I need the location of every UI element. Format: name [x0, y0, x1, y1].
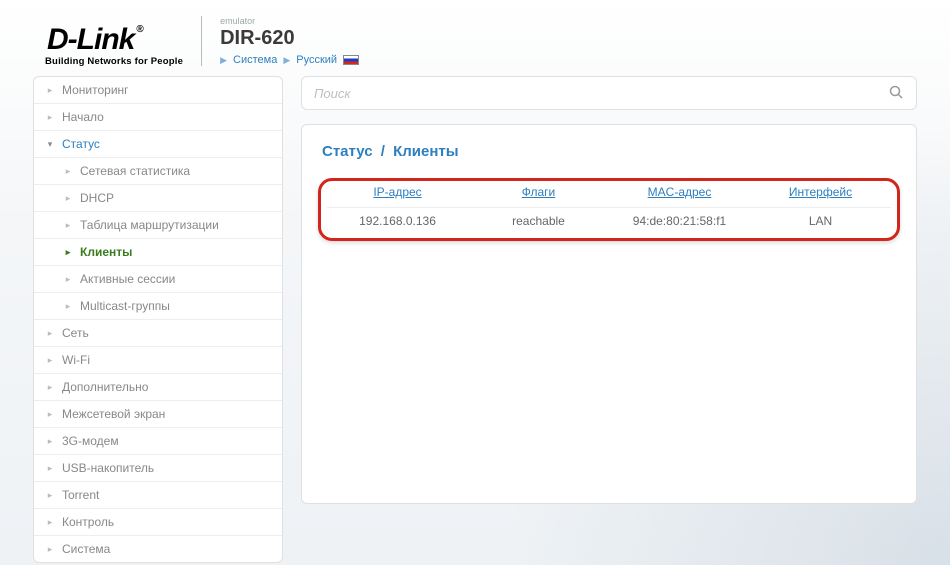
- logo: D-Link® Building Networks for People: [45, 25, 183, 67]
- sidebar: ▸ Мониторинг ▸ Начало ▾ Статус ▸ Сетевая…: [33, 76, 283, 563]
- chevron-right-icon: ▸: [46, 356, 54, 364]
- cell-mac: 94:de:80:21:58:f1: [609, 208, 750, 235]
- chevron-right-icon: ▸: [46, 383, 54, 391]
- sidebar-item-clients[interactable]: ▸ Клиенты: [34, 239, 282, 266]
- col-mac-header[interactable]: MAC-адрес: [609, 181, 750, 208]
- chevron-right-icon: ▸: [46, 113, 54, 121]
- flag-ru-icon: [343, 55, 359, 65]
- logo-tagline: Building Networks for People: [45, 57, 183, 67]
- breadcrumb-separator: /: [377, 143, 389, 160]
- sidebar-item-label: Контроль: [62, 515, 114, 529]
- sidebar-item-label: Начало: [62, 110, 104, 124]
- sidebar-item-active-sessions[interactable]: ▸ Активные сессии: [34, 266, 282, 293]
- col-iface-header[interactable]: Интерфейс: [750, 181, 891, 208]
- sidebar-item-control[interactable]: ▸ Контроль: [34, 509, 282, 536]
- col-flags-header[interactable]: Флаги: [468, 181, 609, 208]
- sidebar-item-label: Сетевая статистика: [80, 164, 190, 178]
- product-name: DIR-620: [220, 28, 359, 48]
- breadcrumb: Статус / Клиенты: [318, 143, 900, 160]
- sidebar-item-label: Система: [62, 542, 110, 556]
- clients-table: IP-адрес Флаги MAC-адрес Интерфейс 192.1…: [327, 181, 891, 234]
- header-divider: [201, 16, 202, 66]
- product-block: emulator DIR-620 ▶ Система ▶ Русский: [220, 16, 359, 66]
- table-row[interactable]: 192.168.0.136 reachable 94:de:80:21:58:f…: [327, 208, 891, 235]
- chevron-down-icon: ▾: [46, 140, 54, 148]
- nav-language-link[interactable]: Русский: [296, 54, 337, 66]
- chevron-right-icon: ▸: [64, 167, 72, 175]
- sidebar-item-monitoring[interactable]: ▸ Мониторинг: [34, 77, 282, 104]
- sidebar-item-dhcp[interactable]: ▸ DHCP: [34, 185, 282, 212]
- sidebar-item-torrent[interactable]: ▸ Torrent: [34, 482, 282, 509]
- col-ip-header[interactable]: IP-адрес: [327, 181, 468, 208]
- sidebar-item-network-stats[interactable]: ▸ Сетевая статистика: [34, 158, 282, 185]
- sidebar-item-label: Межсетевой экран: [62, 407, 165, 421]
- sidebar-item-system[interactable]: ▸ Система: [34, 536, 282, 562]
- chevron-right-icon: ▸: [64, 194, 72, 202]
- cell-flags: reachable: [468, 208, 609, 235]
- chevron-right-icon: ▶: [283, 55, 290, 66]
- chevron-right-icon: ▸: [46, 518, 54, 526]
- sidebar-item-firewall[interactable]: ▸ Межсетевой экран: [34, 401, 282, 428]
- logo-text: D-Link: [47, 23, 134, 56]
- nav-system-link[interactable]: Система: [233, 54, 277, 66]
- search-icon[interactable]: [888, 84, 904, 103]
- sidebar-item-start[interactable]: ▸ Начало: [34, 104, 282, 131]
- clients-table-highlight: IP-адрес Флаги MAC-адрес Интерфейс 192.1…: [318, 178, 900, 241]
- search-bar: [301, 76, 917, 110]
- search-input[interactable]: [314, 86, 878, 101]
- sidebar-item-label: Мониторинг: [62, 83, 129, 97]
- chevron-right-icon: ▸: [46, 437, 54, 445]
- sidebar-item-label: USB-накопитель: [62, 461, 154, 475]
- emulator-label: emulator: [220, 16, 359, 26]
- sidebar-item-label: Torrent: [62, 488, 99, 502]
- header-nav: ▶ Система ▶ Русский: [220, 54, 359, 66]
- sidebar-item-3g-modem[interactable]: ▸ 3G-модем: [34, 428, 282, 455]
- sidebar-item-label: 3G-модем: [62, 434, 119, 448]
- breadcrumb-page[interactable]: Клиенты: [393, 143, 458, 160]
- sidebar-item-usb-storage[interactable]: ▸ USB-накопитель: [34, 455, 282, 482]
- chevron-right-icon: ▸: [46, 545, 54, 553]
- chevron-right-icon: ▸: [46, 410, 54, 418]
- sidebar-item-network[interactable]: ▸ Сеть: [34, 320, 282, 347]
- sidebar-item-label: Дополнительно: [62, 380, 148, 394]
- cell-ip: 192.168.0.136: [327, 208, 468, 235]
- sidebar-item-label: Таблица маршрутизации: [80, 218, 219, 232]
- sidebar-item-wifi[interactable]: ▸ Wi-Fi: [34, 347, 282, 374]
- sidebar-item-label: DHCP: [80, 191, 114, 205]
- breadcrumb-section[interactable]: Статус: [322, 143, 373, 160]
- chevron-right-icon: ▸: [46, 464, 54, 472]
- chevron-right-icon: ▸: [64, 221, 72, 229]
- logo-registered: ®: [134, 24, 142, 35]
- sidebar-item-label: Сеть: [62, 326, 89, 340]
- sidebar-item-label: Multicast-группы: [80, 299, 170, 313]
- table-header-row: IP-адрес Флаги MAC-адрес Интерфейс: [327, 181, 891, 208]
- header: D-Link® Building Networks for People emu…: [25, 10, 925, 76]
- sidebar-item-label: Клиенты: [80, 245, 132, 259]
- chevron-right-icon: ▸: [64, 275, 72, 283]
- sidebar-item-advanced[interactable]: ▸ Дополнительно: [34, 374, 282, 401]
- sidebar-item-status[interactable]: ▾ Статус: [34, 131, 282, 158]
- sidebar-item-label: Wi-Fi: [62, 353, 90, 367]
- chevron-right-icon: ▸: [64, 248, 72, 256]
- chevron-right-icon: ▸: [64, 302, 72, 310]
- sidebar-item-multicast-groups[interactable]: ▸ Multicast-группы: [34, 293, 282, 320]
- chevron-right-icon: ▶: [220, 55, 227, 66]
- cell-iface: LAN: [750, 208, 891, 235]
- chevron-right-icon: ▸: [46, 86, 54, 94]
- chevron-right-icon: ▸: [46, 329, 54, 337]
- content-panel: Статус / Клиенты IP-адрес Флаги MAC-адре…: [301, 124, 917, 504]
- sidebar-item-routing-table[interactable]: ▸ Таблица маршрутизации: [34, 212, 282, 239]
- sidebar-item-label: Статус: [62, 137, 100, 151]
- sidebar-item-label: Активные сессии: [80, 272, 175, 286]
- chevron-right-icon: ▸: [46, 491, 54, 499]
